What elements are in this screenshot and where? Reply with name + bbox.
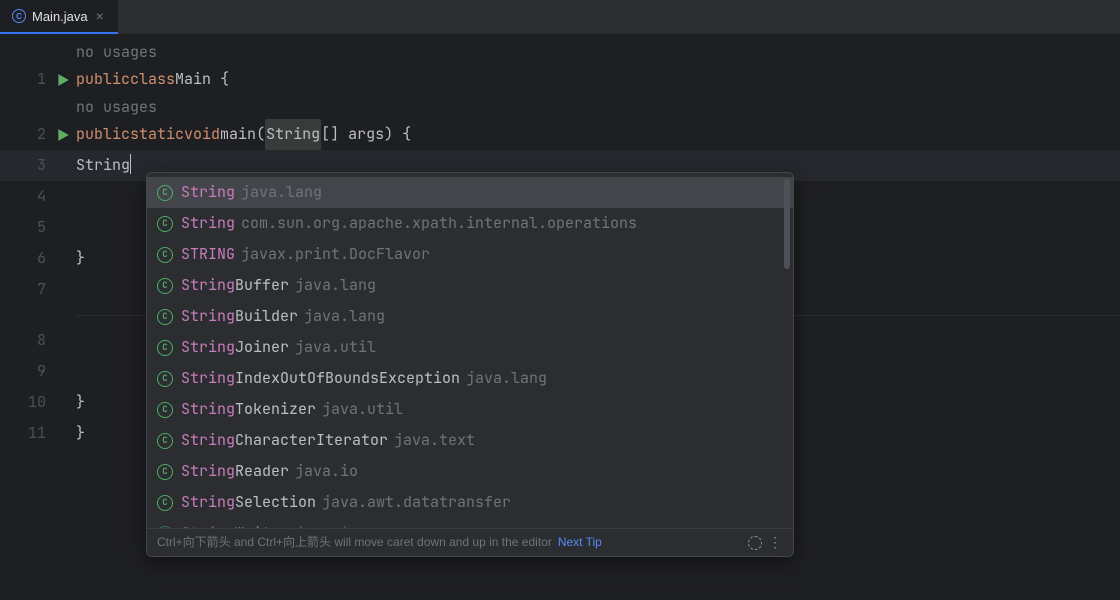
line-number: 6 — [37, 243, 46, 274]
class-icon — [157, 216, 173, 232]
completion-item[interactable]: StringBuilderjava.lang — [147, 301, 793, 332]
tab-bar: Main.java × — [0, 0, 1120, 34]
class-icon — [157, 340, 173, 356]
popup-footer: Ctrl+向下箭头 and Ctrl+向上箭头 will move caret … — [147, 528, 793, 556]
line-number: 2 — [37, 119, 46, 150]
completion-item[interactable]: STRINGjavax.print.DocFlavor — [147, 239, 793, 270]
autocomplete-popup: Stringjava.lang Stringcom.sun.org.apache… — [146, 172, 794, 557]
editor-area: 1 2 3 4 5 6 7 8 9 10 11 no usages public… — [0, 34, 1120, 600]
completion-item[interactable]: Stringjava.lang — [147, 177, 793, 208]
footer-hint: Ctrl+向下箭头 and Ctrl+向上箭头 will move caret … — [157, 527, 552, 557]
class-icon — [157, 402, 173, 418]
completion-item[interactable]: StringCharacterIteratorjava.text — [147, 425, 793, 456]
class-icon — [12, 9, 26, 23]
gutter: 1 2 3 4 5 6 7 8 9 10 11 — [0, 34, 76, 600]
run-gutter-icon[interactable] — [56, 128, 70, 142]
line-number: 11 — [28, 418, 46, 449]
line-number: 1 — [37, 64, 46, 95]
next-tip-link[interactable]: Next Tip — [558, 527, 602, 557]
completion-item[interactable]: StringTokenizerjava.util — [147, 394, 793, 425]
line-number: 8 — [37, 325, 46, 356]
line-number: 3 — [37, 150, 46, 181]
loading-spinner-icon — [748, 536, 762, 550]
code-editor[interactable]: no usages public class Main { no usages … — [76, 34, 1120, 600]
completion-item[interactable]: StringSelectionjava.awt.datatransfer — [147, 487, 793, 518]
completion-item[interactable]: StringJoinerjava.util — [147, 332, 793, 363]
class-icon — [157, 309, 173, 325]
class-icon — [157, 247, 173, 263]
line-number: 7 — [37, 274, 46, 305]
popup-scrollbar[interactable] — [784, 179, 790, 269]
line-number: 10 — [28, 387, 46, 418]
inlay-hint[interactable]: no usages — [76, 37, 157, 68]
inlay-hint[interactable]: no usages — [76, 92, 157, 123]
completion-item[interactable]: StringReaderjava.io — [147, 456, 793, 487]
typed-text: String — [76, 150, 130, 181]
more-menu-icon[interactable]: ⋮ — [768, 527, 783, 557]
completion-item[interactable]: Stringcom.sun.org.apache.xpath.internal.… — [147, 208, 793, 239]
completion-item[interactable]: StringBufferjava.lang — [147, 270, 793, 301]
class-icon — [157, 464, 173, 480]
completion-item[interactable]: StringIndexOutOfBoundsExceptionjava.lang — [147, 363, 793, 394]
line-number: 4 — [37, 181, 46, 212]
tab-main-java[interactable]: Main.java × — [0, 0, 118, 34]
caret — [130, 154, 131, 174]
class-icon — [157, 371, 173, 387]
line-number: 9 — [37, 356, 46, 387]
tab-title: Main.java — [32, 9, 88, 24]
run-gutter-icon[interactable] — [56, 73, 70, 87]
line-number: 5 — [37, 212, 46, 243]
class-icon — [157, 495, 173, 511]
autocomplete-list[interactable]: Stringjava.lang Stringcom.sun.org.apache… — [147, 173, 793, 528]
completion-item[interactable]: StringWriterjava.io — [147, 518, 793, 528]
class-icon — [157, 433, 173, 449]
class-icon — [157, 185, 173, 201]
close-icon[interactable]: × — [94, 8, 106, 24]
class-icon — [157, 278, 173, 294]
class-icon — [157, 526, 173, 529]
